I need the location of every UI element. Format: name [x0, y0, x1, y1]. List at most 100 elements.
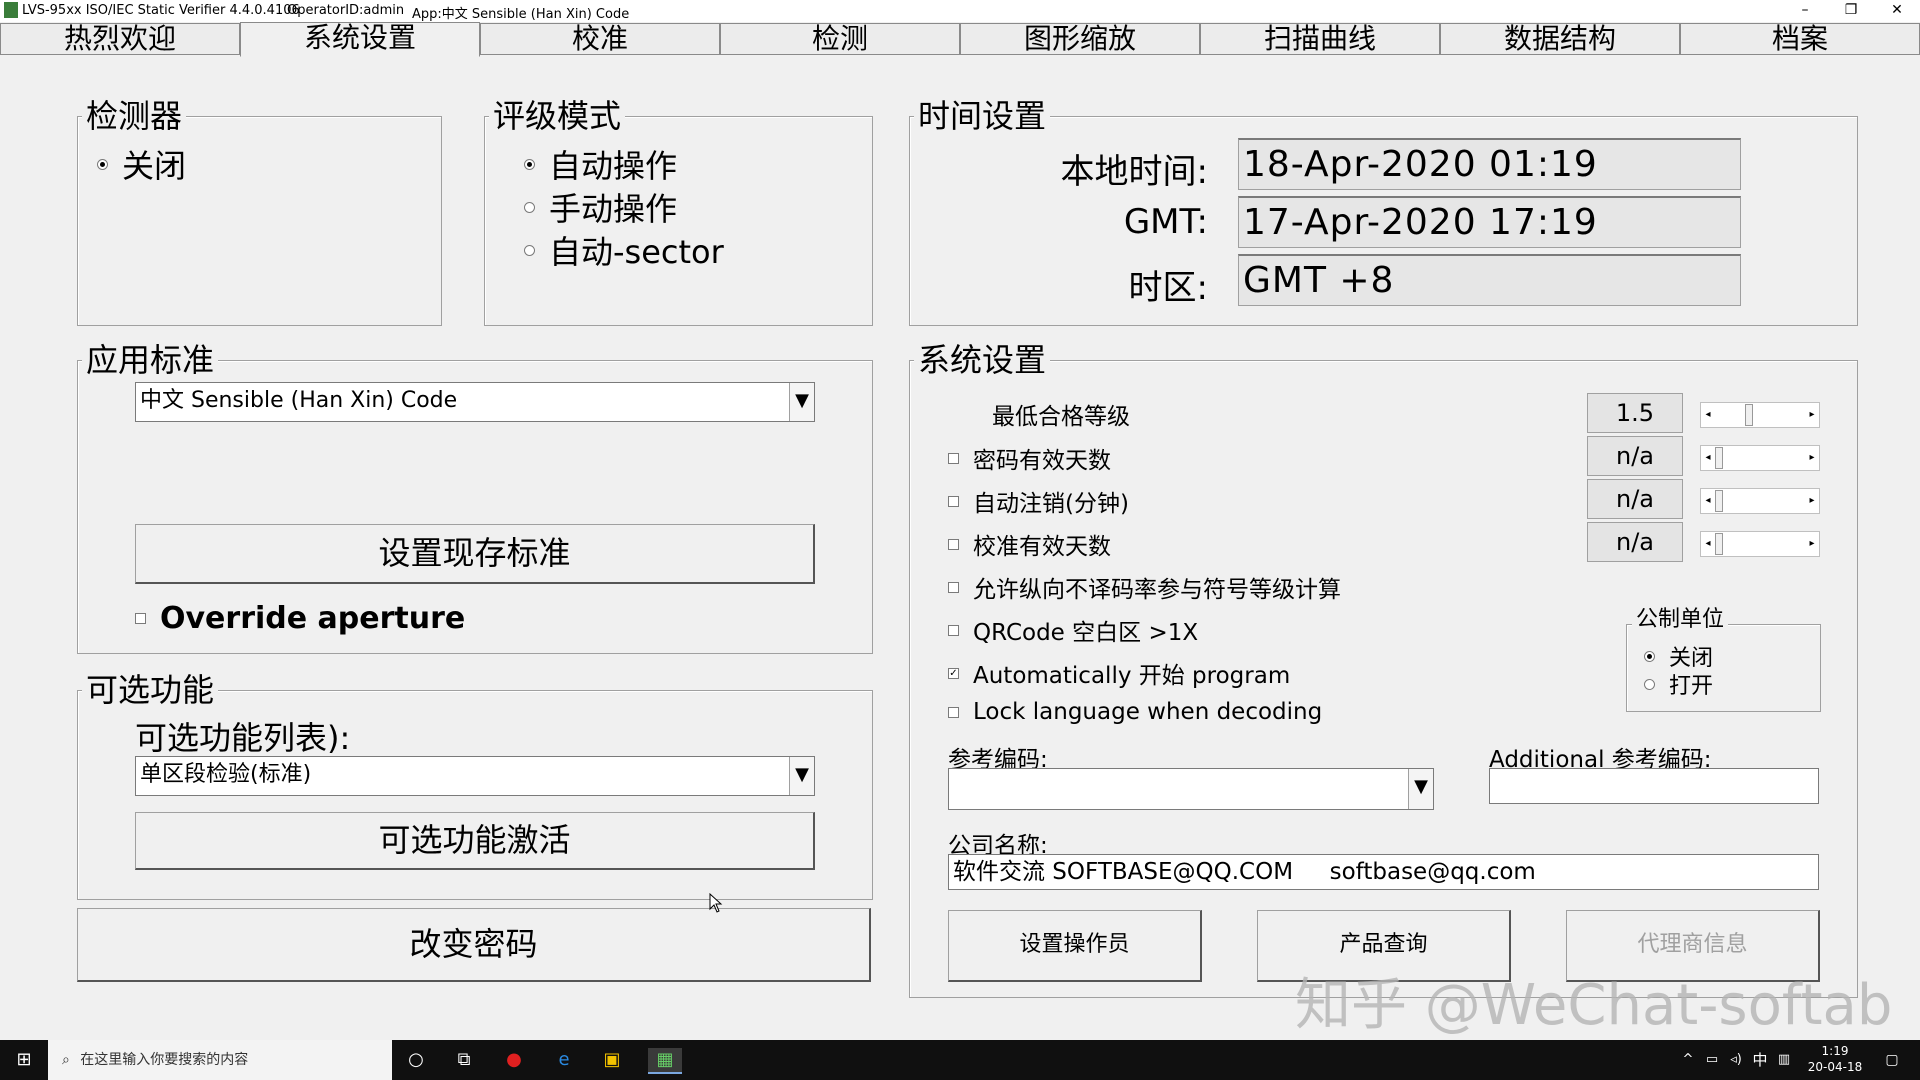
tab-data-structure[interactable]: 数据结构 — [1440, 23, 1680, 54]
tray-chevron-icon[interactable]: ^ — [1676, 1048, 1700, 1072]
title-bar: LVS-95xx ISO/IEC Static Verifier 4.4.0.4… — [0, 0, 1920, 22]
slider-thumb[interactable] — [1715, 533, 1723, 555]
tab-bar: 热烈欢迎 系统设置 校准 检测 图形缩放 扫描曲线 数据结构 档案 — [0, 22, 1920, 57]
search-icon: ⌕ — [62, 1052, 70, 1068]
verifier-app-icon[interactable]: ▦ — [648, 1048, 682, 1074]
ime-indicator[interactable]: 中 — [1748, 1048, 1772, 1072]
keyboard-icon[interactable]: ▥ — [1772, 1048, 1796, 1072]
chevron-down-icon[interactable]: ▼ — [1408, 769, 1433, 809]
grading-mode-label: 评级模式 — [489, 97, 626, 135]
calibration-days-checkbox[interactable]: 校准有效天数 — [948, 527, 1111, 561]
edge-browser-icon[interactable]: e — [552, 1048, 576, 1072]
checkbox-indicator — [948, 538, 959, 550]
checkbox-indicator — [948, 706, 959, 718]
standard-select[interactable]: 中文 Sensible (Han Xin) Code ▼ — [135, 382, 815, 422]
set-operator-button[interactable]: 设置操作员 — [948, 910, 1202, 982]
radio-indicator — [1644, 678, 1655, 690]
checkbox-indicator — [948, 581, 959, 593]
cortana-icon[interactable]: ○ — [404, 1048, 428, 1072]
tab-verification[interactable]: 检测 — [720, 23, 960, 54]
taskbar-search[interactable]: ⌕ 在这里输入你要搜索的内容 — [48, 1040, 392, 1080]
min-grade-label: 最低合格等级 — [992, 404, 1130, 430]
optional-group-label: 可选功能 — [82, 671, 219, 709]
tab-welcome[interactable]: 热烈欢迎 — [0, 23, 240, 54]
activate-optional-button[interactable]: 可选功能激活 — [135, 812, 815, 870]
app-icon — [4, 2, 18, 18]
standard-group-label: 应用标准 — [82, 341, 219, 379]
chevron-down-icon[interactable]: ▼ — [789, 383, 814, 421]
password-days-slider[interactable]: ◂ ▸ — [1700, 445, 1820, 471]
task-view-icon[interactable]: ⧉ — [452, 1048, 476, 1072]
windows-start-icon[interactable]: ⊞ — [12, 1048, 36, 1072]
slider-thumb[interactable] — [1745, 404, 1753, 426]
taskbar-clock[interactable]: 1:19 20-04-18 — [1800, 1043, 1870, 1075]
gmt-label: GMT: — [1123, 202, 1208, 242]
window-title: LVS-95xx ISO/IEC Static Verifier 4.4.0.4… — [22, 3, 300, 18]
detector-off-radio[interactable]: 关闭 — [97, 141, 186, 187]
tab-archive[interactable]: 档案 — [1680, 23, 1920, 54]
qrcode-quiet-zone-checkbox[interactable]: QRCode 空白区 >1X — [948, 613, 1198, 647]
additional-ref-input[interactable] — [1489, 768, 1819, 804]
mouse-cursor-icon — [709, 893, 723, 913]
slider-thumb[interactable] — [1715, 447, 1723, 469]
slider-left-arrow-icon[interactable]: ◂ — [1701, 446, 1715, 470]
timezone-label: 时区: — [1128, 268, 1208, 308]
company-input[interactable]: 软件交流 SOFTBASE@QQ.COM softbase@qq.com — [948, 854, 1819, 890]
auto-logout-value: n/a — [1587, 479, 1683, 519]
slider-right-arrow-icon[interactable]: ▸ — [1805, 403, 1819, 427]
tab-zoom[interactable]: 图形缩放 — [960, 23, 1200, 54]
calibration-days-slider[interactable]: ◂ ▸ — [1700, 531, 1820, 557]
tab-calibration[interactable]: 校准 — [480, 23, 720, 54]
radio-indicator — [524, 201, 535, 213]
checkbox-indicator — [948, 452, 959, 464]
allow-vertical-checkbox[interactable]: 允许纵向不译码率参与符号等级计算 — [948, 570, 1341, 604]
notification-icon[interactable]: ▢ — [1880, 1048, 1904, 1072]
file-explorer-icon[interactable]: ▣ — [600, 1048, 624, 1072]
set-standard-button[interactable]: 设置现存标准 — [135, 524, 815, 584]
calibration-days-value: n/a — [1587, 522, 1683, 562]
slider-right-arrow-icon[interactable]: ▸ — [1805, 532, 1819, 556]
checkbox-indicator — [948, 495, 959, 507]
password-days-checkbox[interactable]: 密码有效天数 — [948, 441, 1111, 475]
system-settings-label: 系统设置 — [914, 341, 1051, 379]
grading-auto-radio[interactable]: 自动操作 — [524, 141, 677, 187]
min-grade-slider[interactable]: ◂ ▸ — [1700, 402, 1820, 428]
close-button[interactable]: ✕ — [1874, 0, 1920, 22]
app-code-label: App:中文 Sensible (Han Xin) Code — [412, 7, 630, 22]
network-icon[interactable]: ▭ — [1700, 1048, 1724, 1072]
slider-left-arrow-icon[interactable]: ◂ — [1701, 489, 1715, 513]
tab-scan-profile[interactable]: 扫描曲线 — [1200, 23, 1440, 54]
min-grade-value: 1.5 — [1587, 393, 1683, 433]
metric-on-radio[interactable]: 打开 — [1644, 668, 1713, 700]
tab-system-settings[interactable]: 系统设置 — [240, 22, 480, 57]
timezone-field: GMT +8 — [1238, 254, 1741, 306]
gmt-field: 17-Apr-2020 17:19 — [1238, 196, 1741, 248]
minimize-button[interactable]: – — [1782, 0, 1828, 22]
change-password-button[interactable]: 改变密码 — [77, 908, 871, 982]
radio-indicator — [524, 244, 535, 256]
detector-group-label: 检测器 — [82, 97, 187, 135]
auto-logout-slider[interactable]: ◂ ▸ — [1700, 488, 1820, 514]
slider-left-arrow-icon[interactable]: ◂ — [1701, 403, 1715, 427]
override-aperture-checkbox[interactable]: Override aperture — [135, 601, 465, 636]
checkbox-indicator — [135, 613, 146, 624]
volume-icon[interactable]: ◃) — [1724, 1048, 1748, 1072]
slider-right-arrow-icon[interactable]: ▸ — [1805, 489, 1819, 513]
chevron-down-icon[interactable]: ▼ — [789, 757, 814, 795]
grading-manual-radio[interactable]: 手动操作 — [524, 184, 677, 230]
slider-thumb[interactable] — [1715, 490, 1723, 512]
time-settings-label: 时间设置 — [914, 97, 1051, 135]
optional-select[interactable]: 单区段检验(标准) ▼ — [135, 756, 815, 796]
slider-left-arrow-icon[interactable]: ◂ — [1701, 532, 1715, 556]
record-app-icon[interactable]: ● — [502, 1048, 526, 1072]
password-days-value: n/a — [1587, 436, 1683, 476]
lock-language-checkbox[interactable]: Lock language when decoding — [948, 699, 1322, 725]
operator-label: OperatorID:admin — [287, 3, 405, 18]
ref-code-select[interactable]: ▼ — [948, 768, 1434, 810]
auto-start-checkbox[interactable]: ✓ Automatically 开始 program — [948, 656, 1290, 690]
grading-auto-sector-radio[interactable]: 自动-sector — [524, 227, 724, 273]
local-time-label: 本地时间: — [1060, 152, 1208, 192]
slider-right-arrow-icon[interactable]: ▸ — [1805, 446, 1819, 470]
auto-logout-checkbox[interactable]: 自动注销(分钟) — [948, 484, 1129, 518]
restore-button[interactable]: ❐ — [1828, 0, 1874, 22]
